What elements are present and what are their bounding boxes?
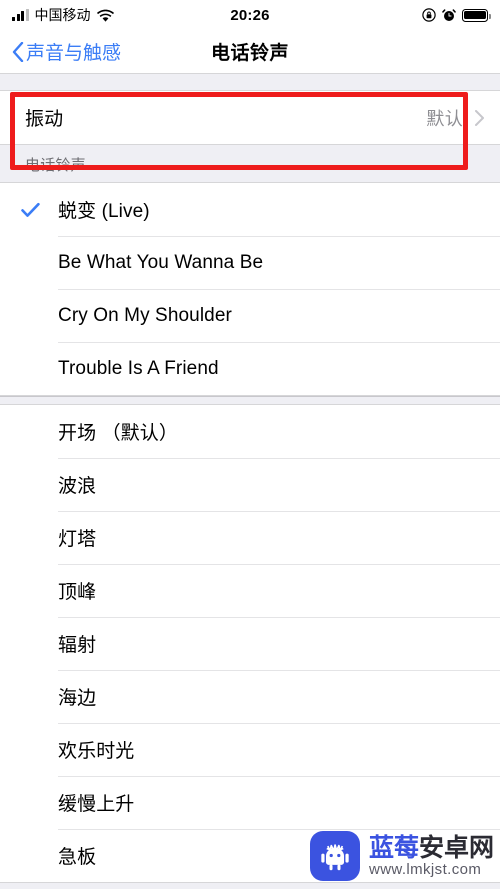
back-button-label: 声音与触感	[26, 43, 122, 64]
vibration-label: 振动	[25, 109, 64, 130]
chevron-left-icon	[12, 41, 24, 62]
ringtone-row[interactable]: 灯塔	[0, 511, 500, 564]
ringtone-label: 波浪	[58, 476, 97, 497]
iphone-screen: 中国移动 20:26 声音与触感 电话铃声 振动 默认 电话铃声 蜕变 (Liv…	[0, 0, 500, 889]
vibration-row[interactable]: 振动 默认	[0, 91, 500, 144]
ringtone-label: 辐射	[58, 635, 97, 656]
group-divider	[0, 396, 500, 405]
section-header-ringtones: 电话铃声	[0, 145, 500, 182]
vibration-value: 默认	[426, 108, 463, 129]
top-spacer	[0, 74, 500, 90]
checkmark-icon	[21, 202, 40, 218]
signal-bars-icon	[12, 9, 29, 21]
ringtone-row[interactable]: Be What You Wanna Be	[0, 236, 500, 289]
status-bar-right	[422, 8, 491, 22]
ringtone-row[interactable]: 海边	[0, 670, 500, 723]
ringtone-label: 开场 （默认）	[58, 423, 178, 444]
ringtone-label: 蜕变 (Live)	[58, 201, 150, 222]
system-ringtones-group: 开场 （默认） 波浪 灯塔 顶峰 辐射 海边 欢乐时光 缓慢上升 急板	[0, 405, 500, 883]
ringtone-label: 顶峰	[58, 582, 97, 603]
rotation-lock-icon	[422, 8, 436, 22]
ringtone-label: Be What You Wanna Be	[58, 251, 264, 273]
ringtone-row[interactable]: 开场 （默认）	[0, 405, 500, 458]
ringtone-row[interactable]: 急板	[0, 829, 500, 882]
ringtone-row[interactable]: 辐射	[0, 617, 500, 670]
ringtone-row[interactable]: 欢乐时光	[0, 723, 500, 776]
navigation-bar: 声音与触感 电话铃声	[0, 30, 500, 73]
carrier-label: 中国移动	[34, 7, 91, 23]
settings-scroll-area[interactable]: 振动 默认 电话铃声 蜕变 (Live) Be What You Wanna B…	[0, 74, 500, 889]
ringtone-label: Trouble Is A Friend	[58, 357, 219, 379]
status-bar: 中国移动 20:26	[0, 0, 500, 30]
ringtone-label: 欢乐时光	[58, 741, 135, 762]
back-button[interactable]: 声音与触感	[12, 38, 121, 65]
chevron-right-icon	[463, 109, 484, 126]
ringtone-row[interactable]: Cry On My Shoulder	[0, 289, 500, 342]
ringtone-row[interactable]: 顶峰	[0, 564, 500, 617]
ringtone-row[interactable]: 蜕变 (Live)	[0, 183, 500, 236]
vibration-group: 振动 默认	[0, 90, 500, 145]
ringtone-row[interactable]: Trouble Is A Friend	[0, 342, 500, 395]
ringtone-label: 灯塔	[58, 529, 97, 550]
alarm-clock-icon	[442, 8, 456, 22]
ringtone-label: Cry On My Shoulder	[58, 304, 232, 326]
status-bar-left: 中国移动	[12, 5, 114, 25]
ringtone-label: 海边	[58, 688, 97, 709]
battery-full-icon	[462, 8, 491, 22]
ringtone-row[interactable]: 缓慢上升	[0, 776, 500, 829]
ringtone-label: 缓慢上升	[58, 794, 135, 815]
ringtone-row[interactable]: 波浪	[0, 458, 500, 511]
custom-ringtones-group: 蜕变 (Live) Be What You Wanna Be Cry On My…	[0, 182, 500, 396]
wifi-icon	[96, 9, 114, 22]
ringtone-label: 急板	[58, 847, 97, 868]
